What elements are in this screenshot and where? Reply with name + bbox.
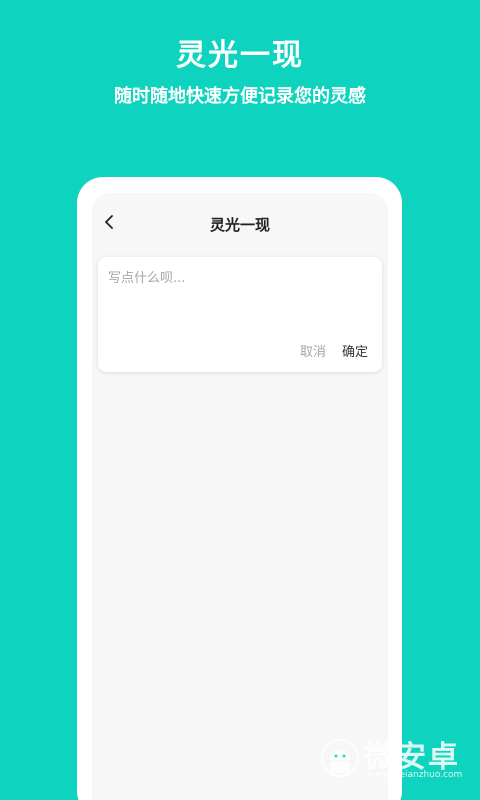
nav-bar: 灵光一现 (92, 193, 388, 253)
watermark-url: www.weianzhuo.com (368, 770, 463, 780)
note-card: 取消 确定 (98, 257, 382, 372)
page-title: 灵光一现 (209, 216, 270, 234)
confirm-button[interactable]: 确定 (342, 341, 368, 360)
phone-screen: 灵光一现 取消 确定 (92, 193, 388, 800)
android-logo-icon (320, 736, 360, 784)
note-input[interactable] (108, 267, 372, 327)
cancel-button[interactable]: 取消 (300, 341, 326, 360)
promo-subtitle: 随时随地快速方便记录您的灵感 (114, 86, 366, 107)
card-actions: 取消 确定 (300, 341, 368, 360)
watermark: 微安卓 www.weianzhuo.com (320, 732, 470, 792)
promo-title: 灵光一现 (176, 38, 304, 73)
